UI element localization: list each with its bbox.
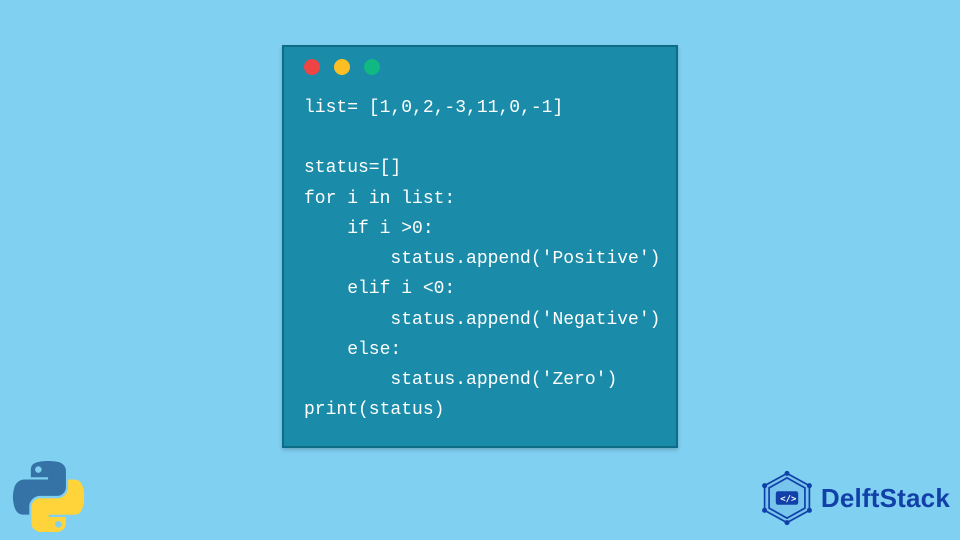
window-titlebar	[284, 47, 676, 87]
code-window: list= [1,0,2,-3,11,0,-1] status=[] for i…	[282, 45, 678, 448]
brand-name: DelftStack	[821, 483, 950, 514]
code-body: list= [1,0,2,-3,11,0,-1] status=[] for i…	[284, 87, 676, 446]
close-icon	[304, 59, 320, 75]
delftstack-icon: </>	[759, 470, 815, 526]
minimize-icon	[334, 59, 350, 75]
code-block: list= [1,0,2,-3,11,0,-1] status=[] for i…	[304, 93, 656, 426]
python-icon	[12, 460, 84, 532]
brand-badge: </> DelftStack	[759, 470, 950, 526]
svg-text:</>: </>	[780, 494, 796, 504]
maximize-icon	[364, 59, 380, 75]
